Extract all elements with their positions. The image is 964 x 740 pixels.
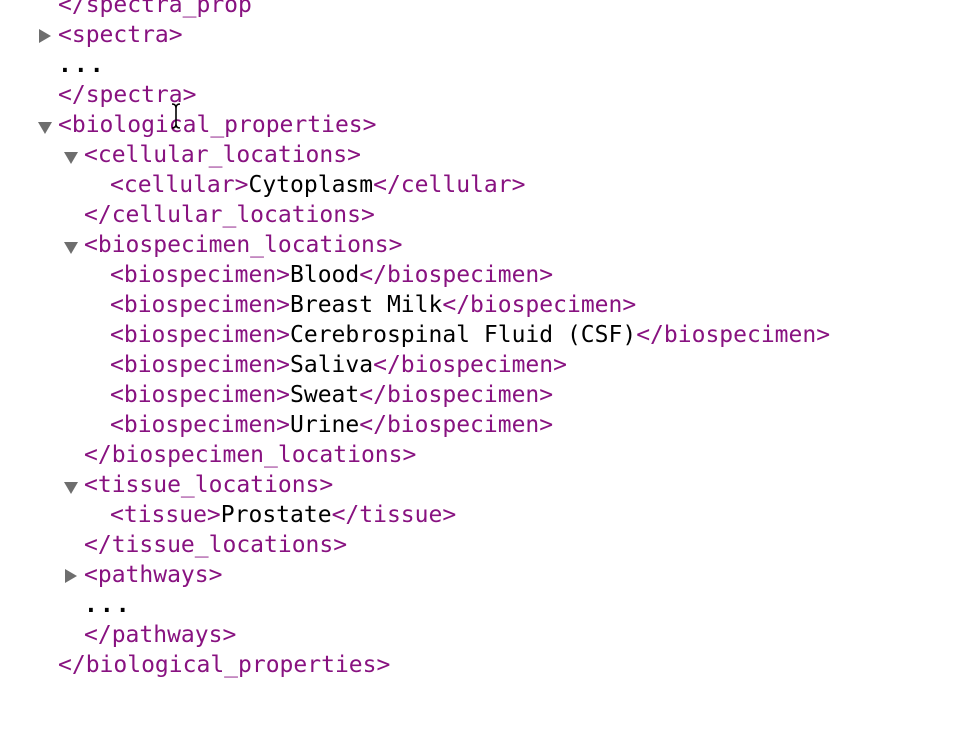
closing-tag: </cellular_locations> — [84, 202, 375, 228]
text-cursor-icon — [171, 103, 181, 129]
xml-line: </pathways> — [0, 620, 964, 650]
closing-tag: </biospecimen> — [636, 322, 831, 348]
opening-tag: <biospecimen_locations> — [84, 232, 403, 258]
element-value: Cerebrospinal Fluid (CSF) — [290, 322, 637, 348]
opening-tag: <biospecimen> — [110, 262, 291, 288]
opening-tag: <biospecimen> — [110, 382, 291, 408]
xml-line: ... — [0, 50, 964, 80]
opening-tag: <biospecimen> — [110, 412, 291, 438]
xml-element-biospecimen: <biospecimen>Blood</biospecimen> — [0, 260, 964, 290]
xml-node-biospecimen-locations[interactable]: <biospecimen_locations> — [0, 230, 964, 260]
triangle-down-icon[interactable] — [38, 122, 52, 134]
element-value: Prostate — [220, 502, 332, 528]
closing-tag: </spectra_prop — [58, 0, 252, 18]
xml-element-tissue: <tissue>Prostate</tissue> — [0, 500, 964, 530]
closing-tag: </biospecimen> — [359, 262, 554, 288]
opening-tag: <spectra> — [58, 22, 183, 48]
element-value: Saliva — [290, 352, 374, 378]
element-value: Urine — [290, 412, 360, 438]
closing-tag: </tissue> — [331, 502, 457, 528]
closing-tag: </biospecimen> — [359, 412, 554, 438]
element-value: Breast Milk — [290, 292, 443, 318]
opening-tag: <tissue_locations> — [84, 472, 334, 498]
opening-tag: <pathways> — [84, 562, 223, 588]
closing-tag: </biospecimen> — [359, 382, 554, 408]
element-value: Blood — [290, 262, 360, 288]
closing-tag: </biospecimen> — [373, 352, 567, 378]
xml-element-biospecimen: <biospecimen>Cerebrospinal Fluid (CSF)</… — [0, 320, 964, 350]
opening-tag: <biospecimen> — [110, 292, 291, 318]
xml-element-biospecimen: <biospecimen>Urine</biospecimen> — [0, 410, 964, 440]
closing-tag: </biological_properties> — [58, 652, 391, 678]
xml-line: </spectra_prop — [0, 0, 964, 20]
xml-node-pathways[interactable]: <pathways> — [0, 560, 964, 590]
element-value: Sweat — [290, 382, 360, 408]
xml-element-biospecimen: <biospecimen>Saliva</biospecimen> — [0, 350, 964, 380]
triangle-down-icon[interactable] — [64, 242, 78, 254]
opening-tag: <biospecimen> — [110, 352, 291, 378]
closing-tag: </cellular> — [373, 172, 526, 198]
xml-tree-viewer: </spectra_prop <spectra> ... </spectra> … — [0, 0, 964, 680]
xml-line: </biological_properties> — [0, 650, 964, 680]
collapsed-ellipsis: ... — [58, 52, 106, 78]
opening-tag: <cellular> — [110, 172, 249, 198]
xml-element-cellular: <cellular>Cytoplasm</cellular> — [0, 170, 964, 200]
xml-line: ... — [0, 590, 964, 620]
closing-tag: </biospecimen> — [442, 292, 637, 318]
closing-tag: </pathways> — [84, 622, 237, 648]
element-value: Cytoplasm — [248, 172, 374, 198]
xml-line: </biospecimen_locations> — [0, 440, 964, 470]
xml-node-biological-properties[interactable]: <biological_properties> — [0, 110, 964, 140]
opening-tag: <cellular_locations> — [84, 142, 361, 168]
opening-tag: <biological_properties> — [58, 112, 377, 138]
triangle-down-icon[interactable] — [64, 152, 78, 164]
xml-node-spectra[interactable]: <spectra> — [0, 20, 964, 50]
triangle-right-icon[interactable] — [39, 29, 51, 43]
collapsed-ellipsis: ... — [84, 592, 132, 618]
triangle-down-icon[interactable] — [64, 482, 78, 494]
xml-line: </spectra> — [0, 80, 964, 110]
xml-line: </tissue_locations> — [0, 530, 964, 560]
xml-line: </cellular_locations> — [0, 200, 964, 230]
triangle-right-icon[interactable] — [65, 569, 77, 583]
xml-element-biospecimen: <biospecimen>Sweat</biospecimen> — [0, 380, 964, 410]
opening-tag: <tissue> — [110, 502, 221, 528]
opening-tag: <biospecimen> — [110, 322, 291, 348]
xml-node-tissue-locations[interactable]: <tissue_locations> — [0, 470, 964, 500]
xml-node-cellular-locations[interactable]: <cellular_locations> — [0, 140, 964, 170]
xml-element-biospecimen: <biospecimen>Breast Milk</biospecimen> — [0, 290, 964, 320]
closing-tag: </biospecimen_locations> — [84, 442, 417, 468]
closing-tag: </tissue_locations> — [84, 532, 348, 558]
